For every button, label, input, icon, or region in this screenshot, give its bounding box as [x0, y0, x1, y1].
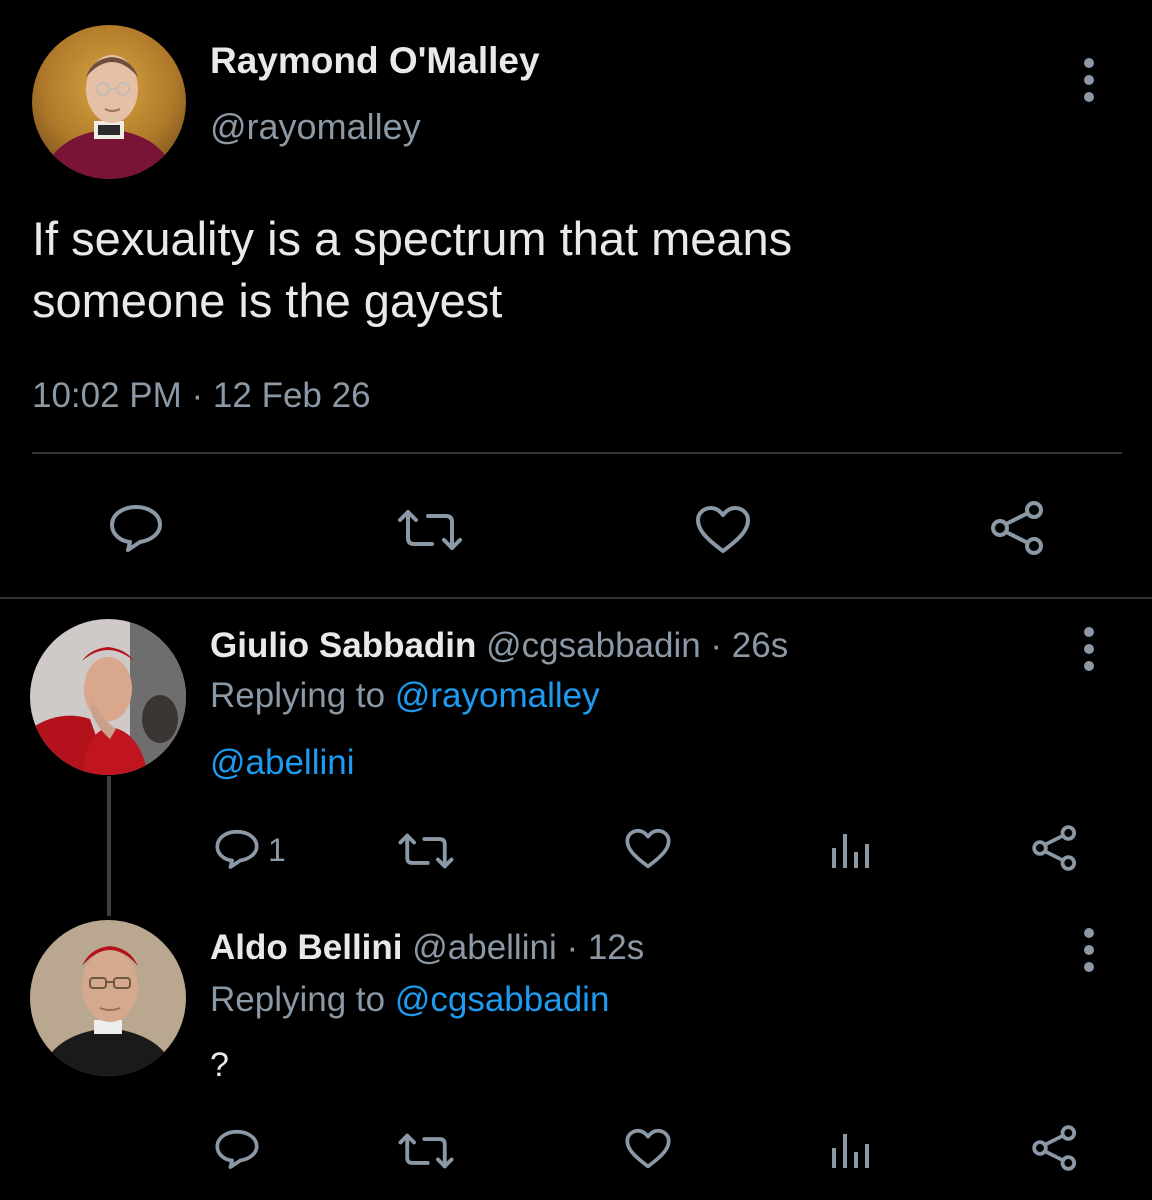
more-options-icon[interactable] [1082, 928, 1096, 972]
reply-author-name[interactable]: Aldo Bellini [210, 928, 403, 967]
share-icon[interactable] [988, 500, 1048, 556]
retweet-icon[interactable] [397, 1132, 455, 1170]
replying-to: Replying to @rayomalley [210, 676, 600, 716]
like-icon[interactable] [624, 828, 672, 870]
like-icon[interactable] [694, 505, 752, 555]
portrait-image [30, 619, 186, 775]
analytics-icon[interactable] [830, 830, 870, 870]
main-author-avatar[interactable] [32, 25, 186, 179]
reply-body-mention[interactable]: @abellini [210, 743, 355, 783]
portrait-image [32, 25, 186, 179]
reply-author-avatar[interactable] [30, 920, 186, 1076]
reply-icon[interactable] [214, 1128, 260, 1170]
reply-icon[interactable] [108, 503, 164, 553]
reply-author-name[interactable]: Giulio Sabbadin [210, 626, 476, 665]
thread-line [107, 776, 111, 916]
replying-to-handle[interactable]: @rayomalley [395, 676, 600, 715]
tweet-timestamp[interactable]: 10:02 PM · 12 Feb 26 [32, 376, 371, 416]
tweet-text-line: If sexuality is a spectrum that means [32, 212, 793, 265]
share-icon[interactable] [1030, 824, 1080, 872]
analytics-icon[interactable] [830, 1130, 870, 1170]
retweet-icon[interactable] [397, 832, 455, 870]
reply-count: 1 [268, 832, 286, 868]
main-author-name[interactable]: Raymond O'Malley [210, 40, 540, 82]
replying-to: Replying to @cgsabbadin [210, 980, 609, 1020]
more-options-icon[interactable] [1082, 58, 1096, 102]
share-icon[interactable] [1030, 1124, 1080, 1172]
reply-author-avatar[interactable] [30, 619, 186, 775]
tweet-text: If sexuality is a spectrum that means so… [32, 208, 792, 332]
reply-body: ? [210, 1046, 229, 1084]
replying-to-handle[interactable]: @cgsabbadin [395, 980, 610, 1019]
more-options-icon[interactable] [1082, 627, 1096, 671]
reply-header: Giulio Sabbadin @cgsabbadin · 26s [210, 626, 788, 666]
divider [32, 452, 1122, 454]
section-divider [0, 597, 1152, 599]
retweet-icon[interactable] [396, 508, 464, 552]
tweet-text-line: someone is the gayest [32, 274, 503, 327]
reply-header: Aldo Bellini @abellini · 12s [210, 928, 644, 968]
reply-author-meta[interactable]: @abellini · 12s [412, 928, 644, 967]
reply-author-meta[interactable]: @cgsabbadin · 26s [486, 626, 788, 665]
replying-to-label: Replying to [210, 980, 386, 1019]
reply-icon[interactable] [214, 828, 260, 870]
main-author-handle[interactable]: @rayomalley [210, 106, 421, 148]
like-icon[interactable] [624, 1128, 672, 1170]
replying-to-label: Replying to [210, 676, 386, 715]
portrait-image [30, 920, 186, 1076]
